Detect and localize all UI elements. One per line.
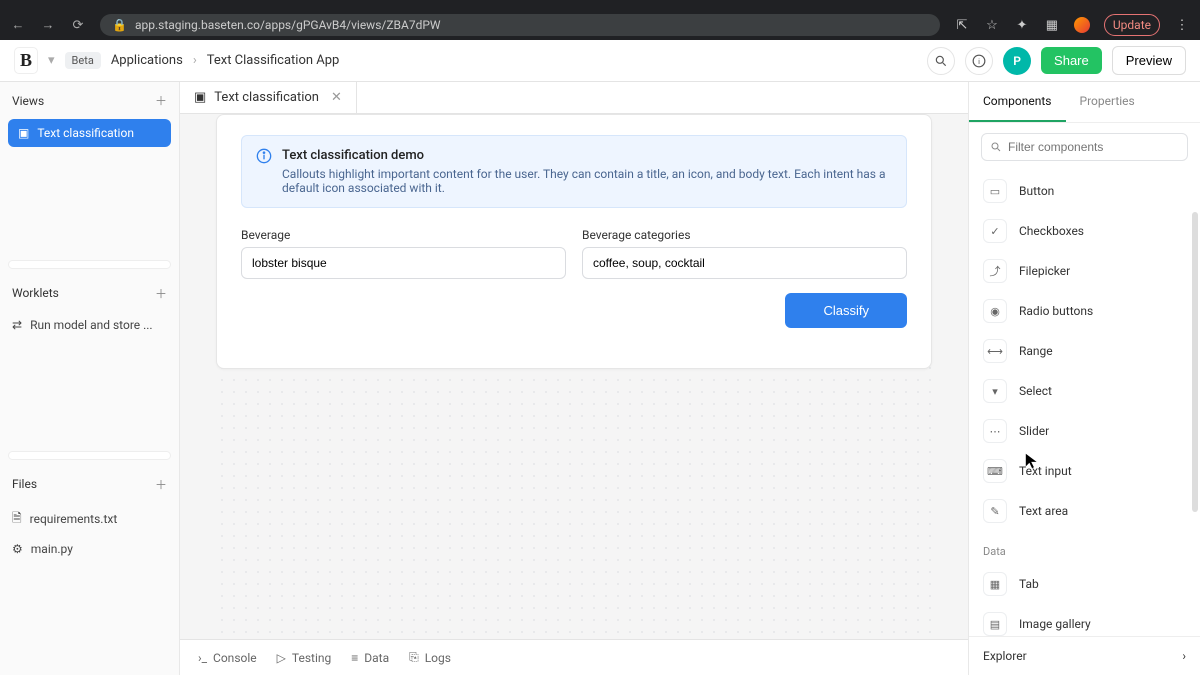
layout-icon: ▣	[18, 126, 29, 140]
url-bar[interactable]: 🔒 app.staging.baseten.co/apps/gPGAvB4/vi…	[100, 14, 940, 36]
profile-avatar-icon[interactable]	[1074, 17, 1090, 33]
tab-components[interactable]: Components	[969, 82, 1066, 122]
mouse-cursor-icon	[1024, 452, 1042, 470]
component-radio[interactable]: ◉Radio buttons	[977, 291, 1192, 331]
filter-components[interactable]	[981, 133, 1188, 161]
terminal-icon: ›_	[198, 651, 207, 665]
search-icon	[990, 141, 1002, 153]
info-icon	[256, 148, 272, 195]
testing-tab[interactable]: ▷Testing	[277, 650, 332, 665]
component-table[interactable]: ▦Tab	[977, 564, 1192, 604]
callout: Text classification demo Callouts highli…	[241, 135, 907, 208]
upload-icon: ⤴	[983, 259, 1007, 283]
search-icon[interactable]	[927, 47, 955, 75]
radio-icon: ◉	[983, 299, 1007, 323]
app-header: B ▾ Beta Applications › Text Classificat…	[0, 40, 1200, 82]
beta-badge: Beta	[65, 52, 101, 69]
scrollbar[interactable]	[1192, 212, 1198, 512]
close-icon[interactable]: ✕	[331, 90, 342, 105]
logs-tab[interactable]: ⎘Logs	[409, 650, 451, 665]
gallery-icon: ▤	[983, 612, 1007, 636]
field-label-categories: Beverage categories	[582, 228, 907, 242]
add-file-icon[interactable]: ＋	[155, 476, 167, 493]
chevron-right-icon: ›	[1182, 649, 1186, 663]
worklet-item[interactable]: ⇄ Run model and store ...	[8, 312, 171, 338]
component-image-gallery[interactable]: ▤Image gallery	[977, 604, 1192, 636]
range-icon: ⟷	[983, 339, 1007, 363]
button-icon: ▭	[983, 179, 1007, 203]
preview-button[interactable]: Preview	[1112, 46, 1186, 75]
update-button[interactable]: Update	[1104, 14, 1160, 36]
table-icon: ▦	[983, 572, 1007, 596]
logo-icon[interactable]: B	[14, 47, 38, 74]
filter-input[interactable]	[1008, 140, 1179, 154]
component-filepicker[interactable]: ⤴Filepicker	[977, 251, 1192, 291]
sidebar-view-item[interactable]: ▣ Text classification	[8, 119, 171, 147]
file-item[interactable]: ⚙ main.py	[8, 536, 171, 562]
worklets-title: Worklets	[12, 286, 59, 300]
component-text-input[interactable]: ⌨Text input	[977, 451, 1192, 491]
layout-icon: ▣	[194, 90, 206, 105]
lock-icon: 🔒	[112, 18, 127, 32]
star-icon[interactable]: ☆	[984, 18, 1000, 33]
component-text-area[interactable]: ✎Text area	[977, 491, 1192, 531]
data-tab[interactable]: ≡Data	[351, 650, 389, 665]
svg-text:i: i	[978, 56, 980, 65]
add-worklet-icon[interactable]: ＋	[155, 285, 167, 302]
breadcrumb: Applications › Text Classification App	[111, 53, 340, 68]
explorer-toggle[interactable]: Explorer ›	[969, 636, 1200, 675]
file-item[interactable]: 🗎 requirements.txt	[8, 503, 171, 536]
forward-icon[interactable]: →	[40, 17, 56, 33]
component-button[interactable]: ▭Button	[977, 171, 1192, 211]
user-avatar[interactable]: P	[1003, 47, 1031, 75]
callout-title: Text classification demo	[282, 148, 892, 163]
component-slider[interactable]: ⋯Slider	[977, 411, 1192, 451]
textarea-icon: ✎	[983, 499, 1007, 523]
reload-icon[interactable]: ⟳	[70, 18, 86, 33]
database-icon: ≡	[351, 651, 358, 665]
logs-icon: ⎘	[409, 650, 419, 665]
views-title: Views	[12, 94, 44, 108]
apps-icon[interactable]: ▦	[1044, 18, 1060, 33]
tab-properties[interactable]: Properties	[1066, 82, 1149, 122]
file-icon: 🗎	[12, 509, 22, 530]
field-label-beverage: Beverage	[241, 228, 566, 242]
files-title: Files	[12, 477, 37, 491]
kebab-icon[interactable]: ⋮	[1174, 18, 1190, 33]
component-select[interactable]: ▾Select	[977, 371, 1192, 411]
bottom-bar: ›_Console ▷Testing ≡Data ⎘Logs	[180, 639, 968, 675]
file-icon: ⚙	[12, 542, 23, 556]
section-data: Data	[977, 531, 1192, 564]
check-icon: ✓	[983, 219, 1007, 243]
categories-input[interactable]	[582, 247, 907, 279]
play-icon: ▷	[277, 651, 286, 665]
browser-chrome: ← → ⟳ 🔒 app.staging.baseten.co/apps/gPGA…	[0, 0, 1200, 40]
add-view-icon[interactable]: ＋	[155, 92, 167, 109]
left-sidebar: Views ＋ ▣ Text classification Worklets ＋…	[0, 82, 180, 675]
editor-tab[interactable]: ▣ Text classification ✕	[180, 82, 357, 113]
classify-button[interactable]: Classify	[785, 293, 907, 328]
console-tab[interactable]: ›_Console	[198, 650, 257, 665]
extensions-icon[interactable]: ✦	[1014, 18, 1030, 33]
component-range[interactable]: ⟷Range	[977, 331, 1192, 371]
share-button[interactable]: Share	[1041, 47, 1102, 74]
slider-icon: ⋯	[983, 419, 1007, 443]
callout-body: Callouts highlight important content for…	[282, 167, 892, 195]
right-panel: Components Properties ▭Button ✓Checkboxe…	[968, 82, 1200, 675]
url-text: app.staging.baseten.co/apps/gPGAvB4/view…	[135, 18, 441, 32]
share-link-icon[interactable]: ⇱	[954, 18, 970, 33]
beverage-input[interactable]	[241, 247, 566, 279]
workflow-icon: ⇄	[12, 318, 22, 332]
help-icon[interactable]: i	[965, 47, 993, 75]
crumb-app-name[interactable]: Text Classification App	[207, 53, 340, 68]
crumb-applications[interactable]: Applications	[111, 53, 183, 68]
textinput-icon: ⌨	[983, 459, 1007, 483]
canvas-area: ▣ Text classification ✕ Text classificat…	[180, 82, 968, 675]
component-checkboxes[interactable]: ✓Checkboxes	[977, 211, 1192, 251]
back-icon[interactable]: ←	[10, 17, 26, 33]
select-icon: ▾	[983, 379, 1007, 403]
